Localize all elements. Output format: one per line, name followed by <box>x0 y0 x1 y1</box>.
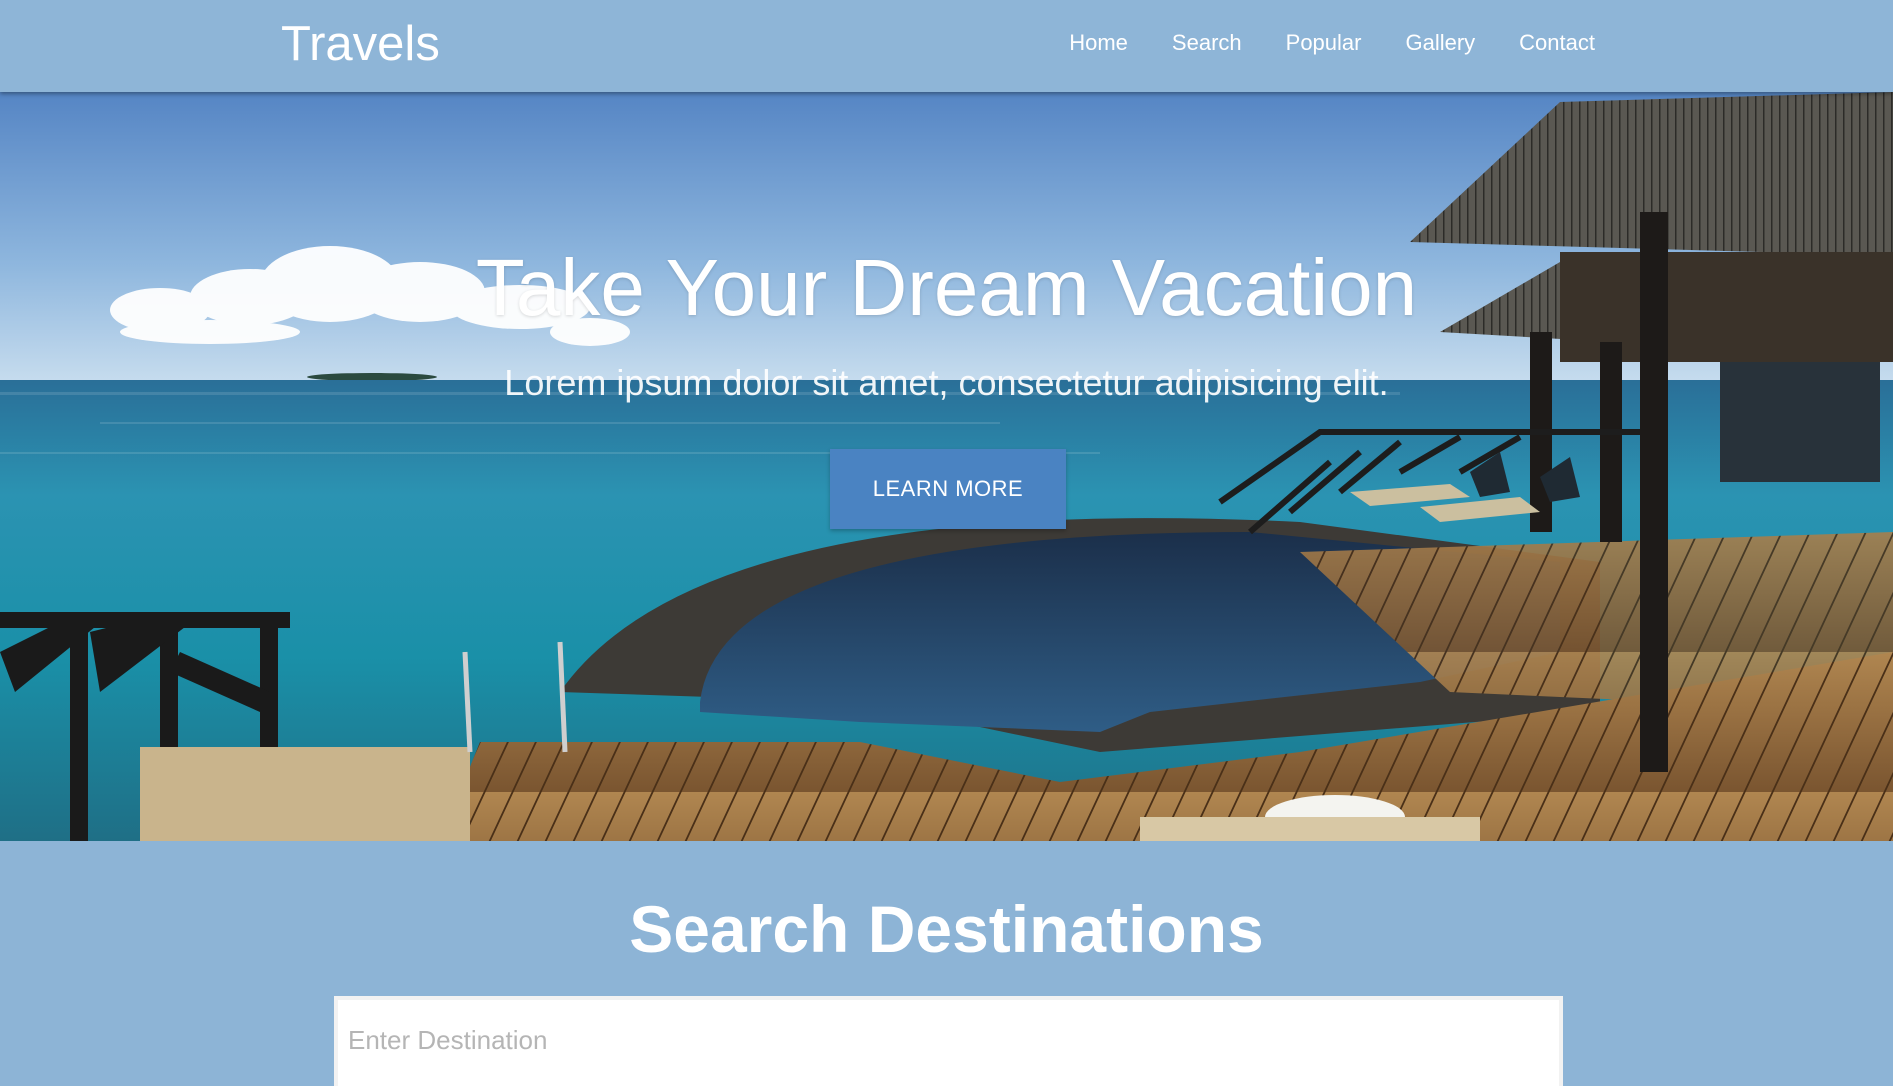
nav-link-contact[interactable]: Contact <box>1497 28 1595 58</box>
nav-link-search[interactable]: Search <box>1150 28 1264 58</box>
search-section: Search Destinations <box>0 841 1893 1086</box>
top-navbar: Travels Home Search Popular Gallery Cont… <box>0 0 1893 92</box>
nav-links: Home Search Popular Gallery Contact <box>1047 28 1595 58</box>
search-section-title: Search Destinations <box>629 892 1264 966</box>
destination-search-input[interactable] <box>338 1000 1559 1080</box>
hero-section: Take Your Dream Vacation Lorem ipsum dol… <box>0 92 1893 841</box>
nav-link-home[interactable]: Home <box>1047 28 1150 58</box>
search-box <box>334 996 1563 1086</box>
nav-link-popular[interactable]: Popular <box>1264 28 1384 58</box>
nav-link-gallery[interactable]: Gallery <box>1383 28 1497 58</box>
hero-subtitle: Lorem ipsum dolor sit amet, consectetur … <box>504 362 1389 403</box>
learn-more-button[interactable]: LEARN MORE <box>830 449 1066 529</box>
hero-title: Take Your Dream Vacation <box>475 243 1418 332</box>
brand-logo[interactable]: Travels <box>281 14 440 74</box>
